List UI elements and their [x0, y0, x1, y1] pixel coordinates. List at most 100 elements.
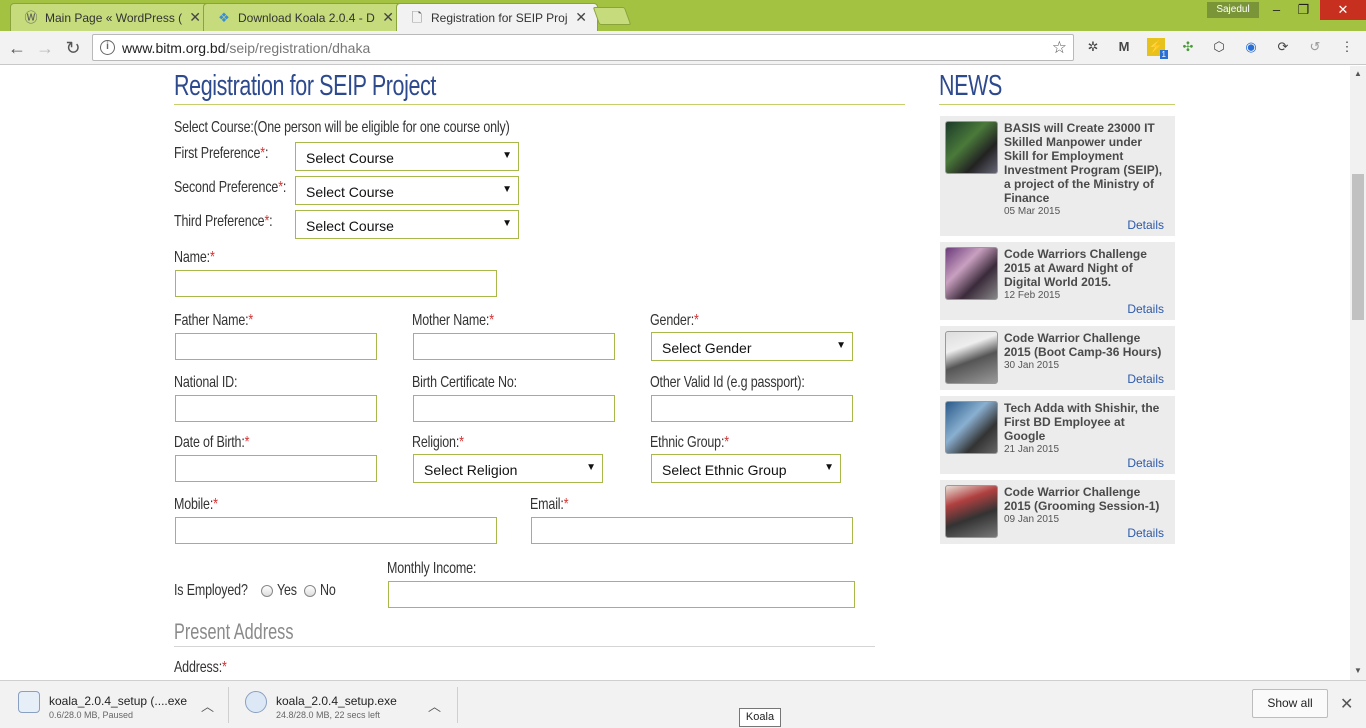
mother-name-label: Mother Name:* — [412, 312, 494, 330]
name-label: Name:* — [174, 249, 215, 267]
chevron-up-icon[interactable]: ︿ — [428, 696, 441, 715]
profile-badge[interactable]: Sajedul — [1207, 2, 1259, 18]
news-date: 12 Feb 2015 — [1004, 290, 1061, 301]
news-item[interactable]: Code Warrior Challenge 2015 (Boot Camp-3… — [940, 326, 1175, 390]
koala-progress-icon — [245, 691, 267, 713]
close-icon[interactable]: ✕ — [1340, 694, 1353, 714]
religion-select[interactable]: Select Religion ▼ — [413, 454, 603, 483]
url-path: /seip/registration/dhaka — [225, 40, 371, 56]
email-input[interactable] — [531, 517, 853, 544]
mother-name-input[interactable] — [413, 333, 615, 360]
extension-chart-icon[interactable]: ⚡ 1 — [1147, 38, 1168, 59]
info-icon[interactable]: i — [100, 40, 115, 55]
news-title[interactable]: Code Warrior Challenge 2015 (Grooming Se… — [1004, 485, 1169, 513]
third-preference-select[interactable]: Select Course ▼ — [295, 210, 519, 239]
news-thumbnail[interactable] — [945, 401, 998, 454]
scroll-up-arrow-icon[interactable]: ▲ — [1354, 69, 1362, 78]
reload-icon[interactable]: ↻ — [61, 36, 85, 60]
ethnic-group-select[interactable]: Select Ethnic Group ▼ — [651, 454, 841, 483]
download-item[interactable]: koala_2.0.4_setup (....exe 0.6/28.0 MB, … — [18, 687, 218, 723]
select-value: Select Ethnic Group — [662, 462, 787, 478]
news-details-link[interactable]: Details — [1127, 526, 1164, 540]
extension-history-icon[interactable]: ↺ — [1306, 38, 1324, 56]
minimize-button[interactable]: – — [1263, 0, 1290, 20]
employed-no-radio[interactable] — [304, 585, 316, 597]
news-details-link[interactable]: Details — [1127, 302, 1164, 316]
second-preference-select[interactable]: Select Course ▼ — [295, 176, 519, 205]
name-input[interactable] — [175, 270, 497, 297]
news-item[interactable]: Tech Adda with Shishir, the First BD Emp… — [940, 396, 1175, 474]
koala-icon: ❖ — [218, 10, 230, 25]
news-thumbnail[interactable] — [945, 121, 998, 174]
news-thumbnail[interactable] — [945, 485, 998, 538]
extension-gear-icon[interactable]: ✲ — [1084, 38, 1102, 56]
scroll-down-arrow-icon[interactable]: ▼ — [1354, 666, 1362, 675]
tab-registration[interactable]: 🗋 Registration for SEIP Proj ✕ — [396, 3, 598, 32]
news-item[interactable]: Code Warriors Challenge 2015 at Award Ni… — [940, 242, 1175, 320]
extension-puzzle-icon[interactable]: ✣ — [1179, 38, 1197, 56]
window-close-button[interactable]: ✕ — [1320, 0, 1366, 20]
show-all-button[interactable]: Show all — [1252, 689, 1328, 718]
download-item[interactable]: koala_2.0.4_setup.exe 24.8/28.0 MB, 22 s… — [245, 687, 445, 723]
new-tab-button[interactable] — [592, 7, 632, 25]
news-item[interactable]: BASIS will Create 23000 IT Skilled Manpo… — [940, 116, 1175, 236]
extension-circle-icon[interactable]: ◉ — [1242, 38, 1260, 56]
gender-label: Gender:* — [650, 312, 699, 330]
news-details-link[interactable]: Details — [1127, 456, 1164, 470]
gmail-m-icon[interactable]: M — [1115, 38, 1133, 56]
tab-koala[interactable]: ❖ Download Koala 2.0.4 - D ✕ — [203, 3, 405, 31]
download-status: 24.8/28.0 MB, 22 secs left — [276, 710, 381, 720]
scrollbar-thumb[interactable] — [1352, 174, 1364, 320]
birth-certificate-input[interactable] — [413, 395, 615, 422]
news-thumbnail[interactable] — [945, 331, 998, 384]
gender-select[interactable]: Select Gender ▼ — [651, 332, 853, 361]
close-icon[interactable]: ✕ — [189, 9, 201, 26]
dropdown-arrow-icon: ▼ — [502, 218, 512, 229]
monthly-income-input[interactable] — [388, 581, 855, 608]
select-value: Select Course — [306, 150, 394, 166]
employed-yes-radio[interactable] — [261, 585, 273, 597]
label-text: Mother Name: — [412, 312, 490, 329]
close-icon[interactable]: ✕ — [382, 9, 394, 26]
close-icon[interactable]: ✕ — [575, 9, 587, 26]
course-note: Select Course:(One person will be eligib… — [174, 119, 510, 136]
required-mark: * — [213, 496, 218, 513]
required-mark: * — [222, 659, 227, 676]
restore-button[interactable]: ❐ — [1290, 0, 1317, 20]
dob-input[interactable] — [175, 455, 377, 482]
page-icon: 🗋 — [411, 10, 423, 25]
news-title[interactable]: Tech Adda with Shishir, the First BD Emp… — [1004, 401, 1169, 443]
news-details-link[interactable]: Details — [1127, 372, 1164, 386]
extension-sync-icon[interactable]: ⟳ — [1274, 38, 1292, 56]
news-details-link[interactable]: Details — [1127, 218, 1164, 232]
other-id-input[interactable] — [651, 395, 853, 422]
page-title: Registration for SEIP Project — [174, 70, 437, 102]
father-name-input[interactable] — [175, 333, 377, 360]
news-item[interactable]: Code Warrior Challenge 2015 (Grooming Se… — [940, 480, 1175, 544]
mobile-input[interactable] — [175, 517, 497, 544]
download-filename: koala_2.0.4_setup (....exe — [49, 694, 188, 708]
tab-wordpress[interactable]: Ⓦ Main Page « WordPress ( ✕ — [10, 3, 212, 31]
first-preference-select[interactable]: Select Course ▼ — [295, 142, 519, 171]
news-title[interactable]: Code Warriors Challenge 2015 at Award Ni… — [1004, 247, 1169, 289]
url-host: www.bitm.org.bd — [122, 40, 226, 56]
third-preference-label: Third Preference*: — [174, 213, 273, 230]
download-filename: koala_2.0.4_setup.exe — [276, 694, 397, 708]
news-date: 30 Jan 2015 — [1004, 360, 1060, 371]
dropdown-arrow-icon: ▼ — [824, 462, 834, 473]
label-text: Father Name: — [174, 312, 249, 329]
vertical-scrollbar[interactable]: ▲ ▼ — [1350, 66, 1366, 680]
news-title[interactable]: BASIS will Create 23000 IT Skilled Manpo… — [1004, 121, 1169, 205]
back-arrow-icon[interactable]: ← — [5, 36, 29, 60]
forward-arrow-icon[interactable]: → — [33, 36, 57, 60]
news-title[interactable]: Code Warrior Challenge 2015 (Boot Camp-3… — [1004, 331, 1169, 359]
chevron-up-icon[interactable]: ︿ — [201, 696, 214, 715]
label-text: Gender: — [650, 312, 695, 329]
label-text: Second Preference — [174, 179, 279, 196]
extension-cube-icon[interactable]: ⬡ — [1210, 38, 1228, 56]
menu-icon[interactable]: ⋮ — [1338, 38, 1356, 56]
news-thumbnail[interactable] — [945, 247, 998, 300]
address-bar[interactable]: i www.bitm.org.bd/seip/registration/dhak… — [92, 34, 1074, 61]
bookmark-star-icon[interactable]: ☆ — [1052, 38, 1067, 58]
national-id-input[interactable] — [175, 395, 377, 422]
